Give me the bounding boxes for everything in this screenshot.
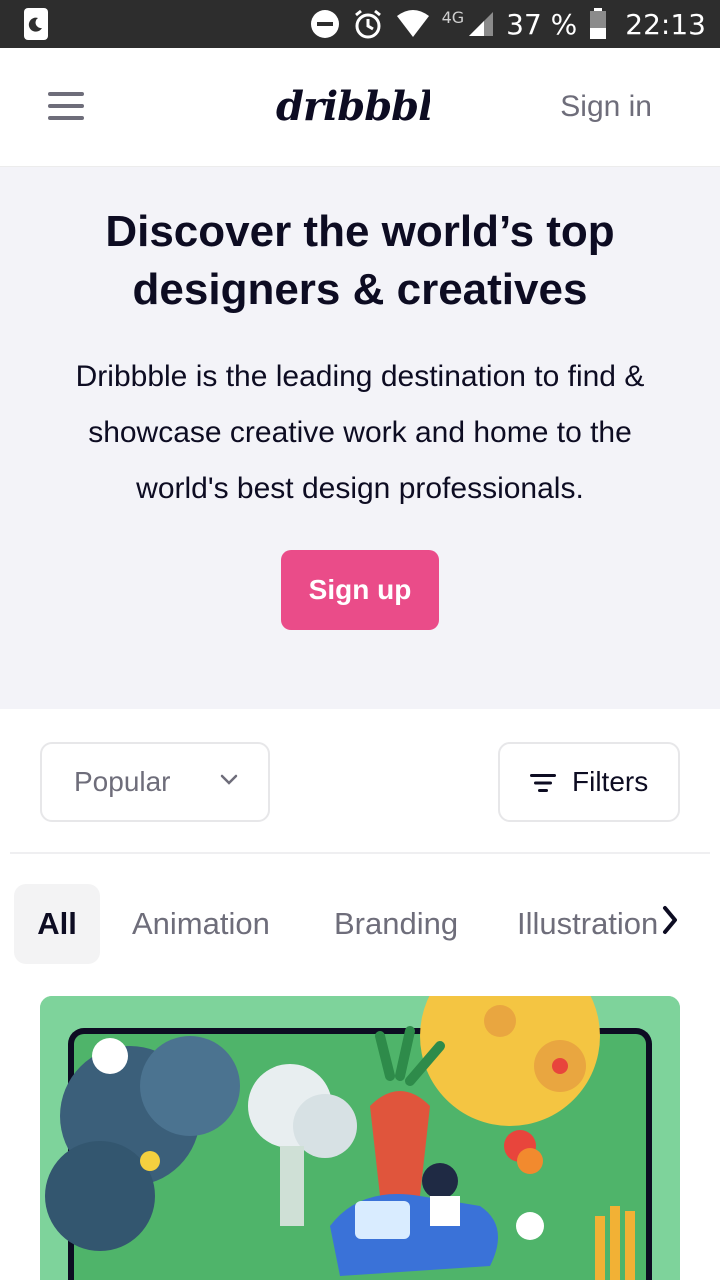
shot-illustration <box>40 996 680 1280</box>
notification-icon <box>24 8 48 40</box>
tab-all[interactable]: All <box>14 884 100 964</box>
wifi-icon <box>396 10 429 37</box>
battery-icon <box>590 8 607 39</box>
sign-up-button[interactable]: Sign up <box>281 550 439 630</box>
filter-icon <box>530 774 556 792</box>
hero-description: Dribbble is the leading destination to f… <box>75 360 645 505</box>
status-bar: 4G 37 % 22:13 <box>0 0 720 48</box>
sign-in-link[interactable]: Sign in <box>560 90 652 124</box>
tab-animation[interactable]: Animation <box>132 884 270 964</box>
category-tabs: All Animation Branding Illustration <box>14 884 720 964</box>
divider <box>10 852 710 854</box>
hamburger-menu-icon[interactable] <box>48 92 86 124</box>
chevron-right-icon[interactable] <box>660 904 680 936</box>
filters-label: Filters <box>572 766 649 797</box>
alarm-icon <box>354 9 381 39</box>
shot-card[interactable] <box>40 996 680 1280</box>
network-type: 4G <box>441 8 465 27</box>
sort-dropdown[interactable]: Popular <box>40 742 270 822</box>
clock: 22:13 <box>625 7 706 41</box>
do-not-disturb-icon <box>310 10 339 38</box>
hero-section: Discover the world’s top designers & cre… <box>0 167 720 709</box>
dribbble-logo[interactable]: dribbble <box>274 76 458 139</box>
tab-illustration[interactable]: Illustration <box>517 884 658 964</box>
filters-button[interactable]: Filters <box>498 742 680 822</box>
battery-percent: 37 % <box>506 7 578 41</box>
sort-selected-value: Popular <box>74 766 171 797</box>
hero-title: Discover the world’s top designers & cre… <box>105 207 615 314</box>
svg-text:dribbble: dribbble <box>276 83 430 130</box>
site-header: dribbble Sign in <box>0 48 720 167</box>
cell-signal-icon <box>469 12 494 36</box>
tab-branding[interactable]: Branding <box>334 884 458 964</box>
chevron-down-icon <box>220 774 238 785</box>
